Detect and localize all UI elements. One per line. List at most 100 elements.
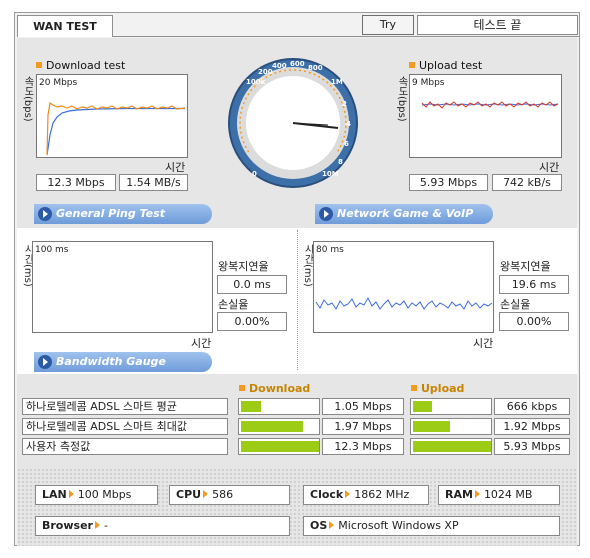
upload-bar <box>410 418 492 435</box>
general-ping-rtt-label: 왕복지연율 <box>218 260 269 273</box>
gauge-tick-600: 600 <box>290 60 305 68</box>
bandwidth-row-label: 사용자 측정값 <box>22 438 228 455</box>
lan-info: LAN 100 Mbps <box>35 485 158 505</box>
upload-value: 666 kbps <box>494 398 570 415</box>
bandwidth-row-label: 하나로텔레콤 ADSL 스마트 최대값 <box>22 418 228 435</box>
upload-x-axis-label: 시간 <box>539 161 560 174</box>
game-voip-loss-value: 0.00% <box>499 312 569 331</box>
browser-info: Browser - <box>35 516 290 536</box>
general-ping-test-label: General Ping Test <box>56 207 165 220</box>
download-y-axis-label: 속도(bps) <box>22 76 33 122</box>
upload-bar-fill <box>413 441 491 452</box>
tab-wan-test[interactable]: WAN TEST <box>17 15 113 37</box>
triangle-right-icon <box>94 521 100 529</box>
os-label: OS <box>310 519 328 532</box>
upload-value: 5.93 Mbps <box>494 438 570 455</box>
upload-bar-fill <box>413 421 450 432</box>
download-bar-fill <box>241 421 303 432</box>
general-ping-rtt-value: 0.0 ms <box>217 275 287 294</box>
browser-label: Browser <box>42 519 93 532</box>
game-voip-rtt-label: 왕복지연율 <box>500 260 551 273</box>
upload-speed-kb: 742 kB/s <box>492 174 562 191</box>
download-legend: Download <box>239 382 310 395</box>
bandwidth-gauge-tab[interactable]: Bandwidth Gauge <box>34 352 212 372</box>
general-ping-test-tab[interactable]: General Ping Test <box>34 204 212 224</box>
gauge-tick-200: 200 <box>258 68 273 76</box>
bandwidth-gauge-label: Bandwidth Gauge <box>56 355 166 368</box>
download-speed-mbps: 12.3 Mbps <box>36 174 116 191</box>
ram-label: RAM <box>445 488 473 501</box>
upload-legend: Upload <box>411 382 464 395</box>
triangle-right-icon <box>203 490 209 498</box>
gauge-tick-2: 2 <box>342 100 347 108</box>
general-ping-scale-label: 100 ms <box>35 245 69 255</box>
download-curve <box>46 101 186 156</box>
general-ping-graph: 100 ms <box>32 241 213 333</box>
network-game-voip-test-tab[interactable]: Network Game & VoIP Test <box>315 204 493 240</box>
cpu-label: CPU <box>176 488 202 501</box>
arrow-right-icon <box>38 355 52 369</box>
upload-test-title: Upload test <box>409 59 482 72</box>
gauge-labels: 0 100k 200 400 600 800 1M 2 4 6 8 10M <box>226 52 360 194</box>
download-value: 1.05 Mbps <box>322 398 404 415</box>
lan-label: LAN <box>42 488 67 501</box>
download-bar <box>238 438 320 455</box>
cpu-info: CPU 586 <box>169 485 290 505</box>
game-voip-curve <box>315 296 493 310</box>
ping-panel-top-strip <box>17 224 577 228</box>
game-voip-loss-label: 손실율 <box>500 298 531 311</box>
upload-curve <box>421 101 559 109</box>
tab-underline <box>113 36 579 37</box>
gauge-tick-800: 800 <box>308 64 323 72</box>
game-voip-graph: 80 ms <box>313 241 494 333</box>
upload-speed-mbps: 5.93 Mbps <box>409 174 488 191</box>
upload-bar <box>410 398 492 415</box>
triangle-right-icon <box>329 521 335 529</box>
download-bar <box>238 418 320 435</box>
download-test-title-text: Download test <box>46 59 126 72</box>
download-bar-fill <box>241 441 319 452</box>
os-value: Microsoft Windows XP <box>338 519 459 532</box>
general-ping-loss-label: 손실율 <box>218 298 249 311</box>
orange-square-icon <box>239 385 245 391</box>
upload-value: 1.92 Mbps <box>494 418 570 435</box>
upload-test-title-text: Upload test <box>419 59 483 72</box>
arrow-right-icon <box>319 207 333 221</box>
status-field: 테스트 끝 <box>417 15 578 35</box>
gauge-tick-1m: 1M <box>331 78 343 86</box>
general-ping-loss-value: 0.00% <box>217 312 287 331</box>
gauge-tick-400: 400 <box>272 62 287 70</box>
download-bar <box>238 398 320 415</box>
download-speed-mb: 1.54 MB/s <box>119 174 188 191</box>
orange-square-icon <box>36 62 42 68</box>
triangle-right-icon <box>474 490 480 498</box>
ping-panel-divider <box>297 230 298 370</box>
cpu-value: 586 <box>212 488 234 501</box>
upload-y-axis-label: 속도(bps) <box>396 76 407 122</box>
lan-value: 100 Mbps <box>77 488 132 501</box>
ram-value: 1024 MB <box>483 488 533 501</box>
download-value: 1.97 Mbps <box>322 418 404 435</box>
gauge-tick-100k: 100k <box>246 78 266 86</box>
upload-graph: 9 Mbps <box>409 74 562 158</box>
download-test-title: Download test <box>36 59 125 72</box>
os-info: OS Microsoft Windows XP <box>303 516 560 536</box>
clock-value: 1862 MHz <box>354 488 410 501</box>
try-again-button[interactable]: Try again <box>362 15 414 49</box>
upload-bar <box>410 438 492 455</box>
upload-bar-fill <box>413 401 432 412</box>
orange-square-icon <box>409 62 415 68</box>
upload-legend-text: Upload <box>421 382 465 395</box>
gauge-tick-10m: 10M <box>322 170 339 178</box>
arrow-right-icon <box>38 207 52 221</box>
orange-square-icon <box>411 385 417 391</box>
clock-label: Clock <box>310 488 344 501</box>
download-bar-fill <box>241 401 261 412</box>
triangle-right-icon <box>345 490 351 498</box>
download-legend-text: Download <box>249 382 311 395</box>
gauge-tick-4: 4 <box>346 120 351 128</box>
download-graph: 20 Mbps <box>36 74 188 158</box>
gauge-tick-0: 0 <box>252 170 257 178</box>
download-x-axis-label: 시간 <box>165 161 186 174</box>
download-value: 12.3 Mbps <box>322 438 404 455</box>
